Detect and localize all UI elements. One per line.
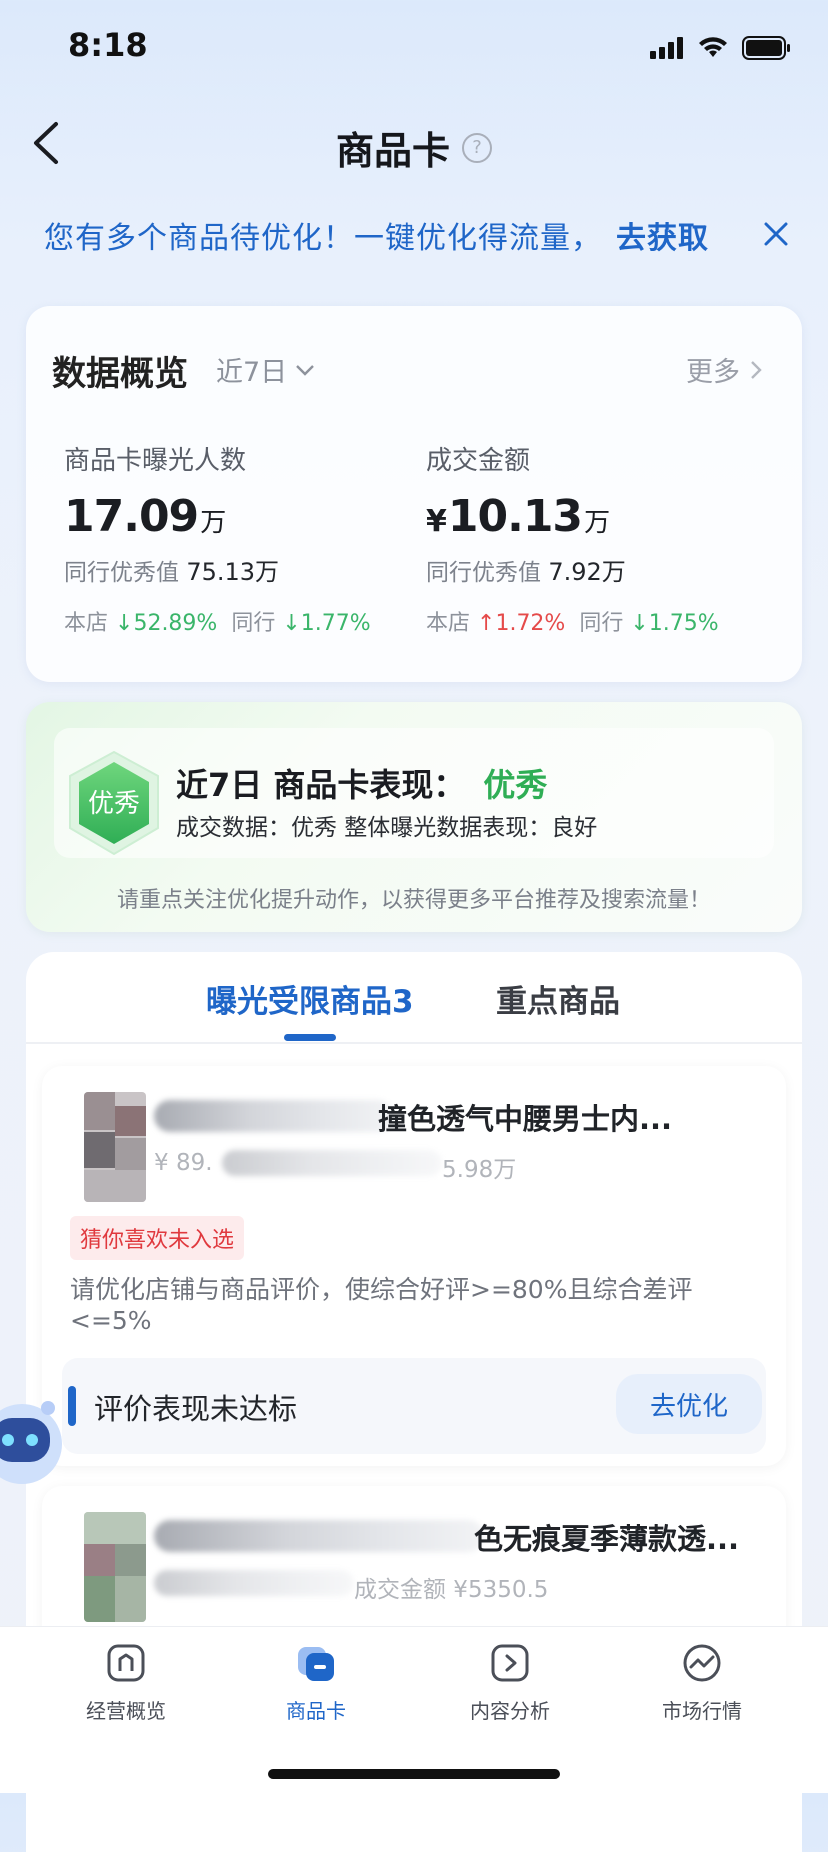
redacted-meta <box>222 1150 442 1176</box>
trend-row: 本店 ↑1.72% 同行 ↓1.75% <box>426 611 719 636</box>
list-item[interactable]: 撞色透气中腰男士内... ¥ 89. 5.98万 猜你喜欢未入选 请优化店铺与商… <box>42 1066 786 1466</box>
tab-exposure-limited[interactable]: 曝光受限商品3 <box>206 952 414 1044</box>
product-name: 色无痕夏季薄款透... <box>474 1522 740 1556</box>
performance-card: 优秀 近7日 商品卡表现： 优秀 成交数据：优秀 整体曝光数据表现：良好 请重点关… <box>26 702 802 932</box>
home-indicator <box>268 1769 560 1779</box>
svg-text:优秀: 优秀 <box>88 789 140 819</box>
home-icon <box>107 1644 145 1682</box>
metric-gmv[interactable]: 成交金额 ¥10.13万 同行优秀值 7.92万 本店 ↑1.72% 同行 ↓1… <box>426 440 719 637</box>
metric-value: 17.09万 <box>64 491 226 542</box>
status-row: 评价表现未达标 去优化 <box>62 1358 766 1454</box>
product-card-icon <box>298 1647 334 1681</box>
product-meta-value: 5.98万 <box>442 1157 517 1183</box>
assistant-robot-icon[interactable] <box>0 1384 64 1488</box>
help-icon[interactable]: ? <box>462 132 492 163</box>
status-badge: 猜你喜欢未入选 <box>70 1216 245 1260</box>
tab-active-indicator <box>284 1034 336 1041</box>
banner-text: 您有多个商品待优化！一键优化得流量， <box>44 221 602 256</box>
more-label: 更多 <box>686 357 740 388</box>
product-thumbnail <box>84 1092 146 1202</box>
product-thumbnail <box>84 1512 146 1622</box>
performance-title: 近7日 商品卡表现： 优秀 <box>176 766 548 804</box>
performance-rating: 优秀 <box>483 766 548 804</box>
status-icons <box>650 36 792 60</box>
store-trend: ↑1.72% <box>477 611 566 636</box>
peer-benchmark: 同行优秀值 75.13万 <box>64 558 280 586</box>
metric-label: 成交金额 <box>426 446 531 476</box>
optimize-button[interactable]: 去优化 <box>616 1374 762 1434</box>
chevron-down-icon <box>296 364 315 376</box>
redacted-product-name <box>154 1100 394 1132</box>
chevron-right-icon <box>751 360 762 379</box>
redacted-product-name <box>154 1520 484 1552</box>
redacted-meta <box>154 1570 354 1596</box>
excellent-badge-icon: 优秀 <box>69 750 159 856</box>
wifi-icon <box>699 37 727 57</box>
store-trend: ↓52.89% <box>115 611 218 636</box>
metric-value: ¥10.13万 <box>426 491 610 542</box>
performance-detail: 成交数据：优秀 整体曝光数据表现：良好 <box>176 815 598 841</box>
nav-label: 内容分析 <box>470 1699 550 1723</box>
content-play-icon <box>491 1644 529 1682</box>
product-gmv: 成交金额 ¥5350.5 <box>354 1577 549 1603</box>
product-price: ¥ 89. <box>154 1150 213 1176</box>
tab-divider <box>26 1042 802 1044</box>
optimization-banner: 您有多个商品待优化！一键优化得流量， 去获取 <box>0 196 828 274</box>
page-title: 商品卡 <box>335 129 450 173</box>
bottom-nav: 经营概览 商品卡 内容分析 市场行情 <box>0 1626 828 1793</box>
data-overview-card: 数据概览 近7日 更多 商品卡曝光人数 17.09万 同行优秀值 75.13万 … <box>26 306 802 682</box>
peer-trend: ↓1.75% <box>630 611 719 636</box>
battery-icon <box>742 36 790 60</box>
page-title-row: 商品卡 ? <box>0 120 828 175</box>
optimization-hint: 请优化店铺与商品评价，使综合好评>=80%且综合差评<=5% <box>70 1275 693 1335</box>
overview-title: 数据概览 <box>52 354 188 394</box>
peer-trend: ↓1.77% <box>282 611 371 636</box>
nav-label: 市场行情 <box>662 1699 742 1723</box>
metric-label: 商品卡曝光人数 <box>64 446 247 476</box>
market-trend-icon <box>683 1644 721 1682</box>
nav-label: 商品卡 <box>286 1699 346 1723</box>
status-accent-bar <box>68 1386 76 1426</box>
trend-row: 本店 ↓52.89% 同行 ↓1.77% <box>64 611 371 636</box>
signal-icon <box>650 37 683 59</box>
date-range-label: 近7日 <box>216 357 288 388</box>
banner-get-link[interactable]: 去获取 <box>616 221 709 256</box>
date-range-selector[interactable]: 近7日 <box>216 350 315 389</box>
close-icon[interactable] <box>758 216 794 252</box>
performance-note: 请重点关注优化提升动作，以获得更多平台推荐及搜索流量！ <box>116 888 711 913</box>
metric-exposure[interactable]: 商品卡曝光人数 17.09万 同行优秀值 75.13万 本店 ↓52.89% 同… <box>64 440 371 637</box>
more-link[interactable]: 更多 <box>686 350 762 389</box>
status-time: 8:18 <box>68 26 148 64</box>
product-name: 撞色透气中腰男士内... <box>378 1102 673 1136</box>
nav-item-market[interactable]: 市场行情 <box>622 1641 782 1724</box>
nav-item-product-card[interactable]: 商品卡 <box>236 1641 396 1724</box>
tab-key-products[interactable]: 重点商品 <box>496 952 620 1044</box>
peer-benchmark: 同行优秀值 7.92万 <box>426 558 626 586</box>
nav-item-content[interactable]: 内容分析 <box>430 1641 590 1724</box>
nav-item-overview[interactable]: 经营概览 <box>46 1641 206 1724</box>
status-label: 评价表现未达标 <box>94 1392 298 1426</box>
nav-label: 经营概览 <box>86 1699 166 1723</box>
